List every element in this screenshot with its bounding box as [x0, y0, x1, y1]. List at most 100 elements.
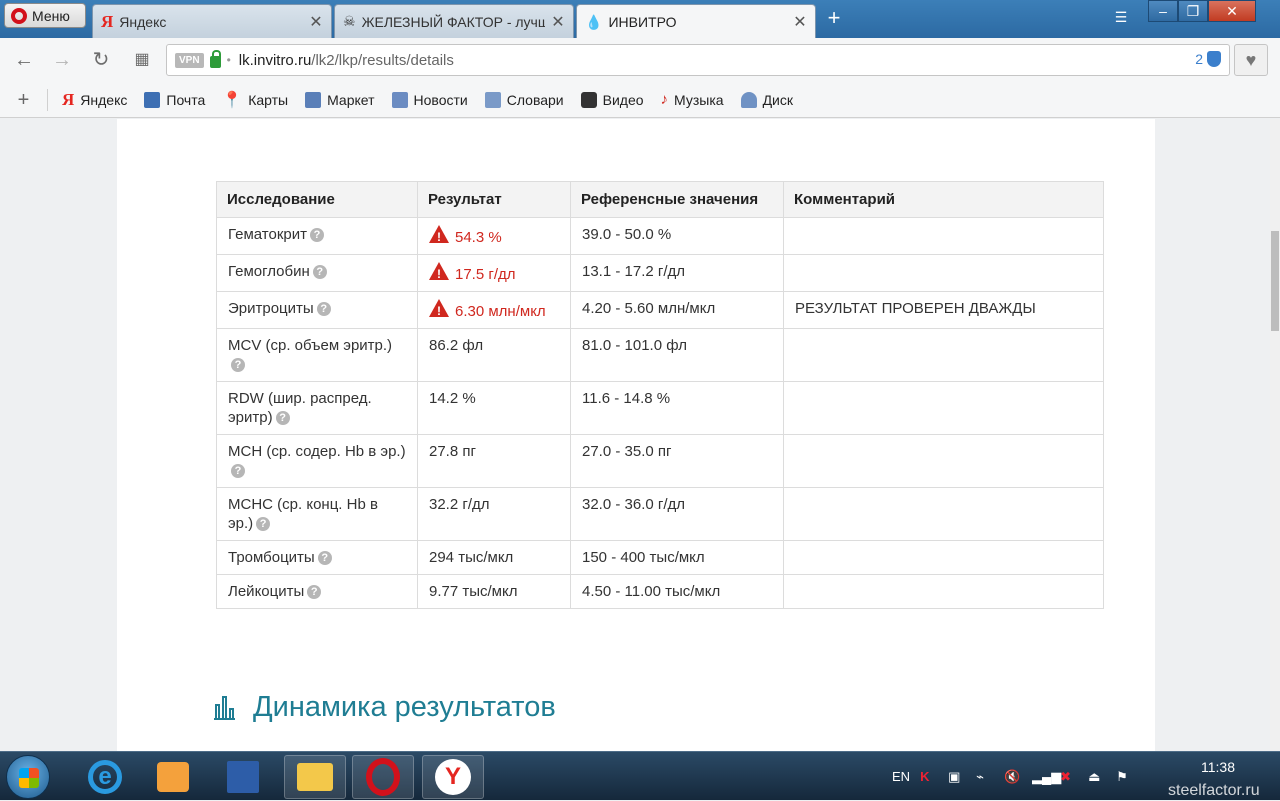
- table-row: MCV (ср. объем эритр.)? 86.2 фл 81.0 - 101…: [216, 328, 1104, 382]
- taskbar-opera[interactable]: [352, 755, 414, 799]
- test-name: MCHC (ср. конц. Hb в эр.): [228, 496, 378, 532]
- results-body: Гематокрит?54.3 %39.0 - 50.0 %Гемоглобин…: [216, 217, 1104, 609]
- help-icon[interactable]: ?: [316, 302, 331, 317]
- comment-value: [783, 381, 1104, 435]
- result-value: 27.8 пг: [429, 443, 476, 460]
- tab-invitro[interactable]: 💧 ИНВИТРО ✕: [576, 4, 816, 39]
- window-controls: – ❐ ✕: [1148, 0, 1256, 22]
- help-icon[interactable]: ?: [275, 411, 290, 426]
- test-name: RDW (шир. распред. эритр): [228, 390, 372, 426]
- help-icon[interactable]: ?: [307, 585, 322, 600]
- bookmark-market[interactable]: Маркет: [305, 91, 375, 108]
- opera-menu-button[interactable]: Меню: [4, 3, 86, 28]
- result-value: 32.2 г/дл: [429, 496, 490, 513]
- network-icon[interactable]: ⌁: [976, 769, 994, 785]
- tab-title: ИНВИТРО: [608, 14, 677, 30]
- close-icon[interactable]: ✕: [309, 12, 323, 32]
- skull-favicon-icon: ☠: [343, 13, 356, 29]
- taskbar-yandex-browser[interactable]: Y: [422, 755, 484, 799]
- reference-value: 39.0 - 50.0 %: [570, 217, 784, 255]
- tab-menu-icon[interactable]: ☰: [1112, 9, 1130, 25]
- bookmark-disk[interactable]: Диск: [740, 91, 793, 108]
- bookmark-dictionaries[interactable]: Словари: [484, 91, 564, 108]
- watermark: steelfactor.ru: [1168, 782, 1260, 799]
- back-icon[interactable]: ←: [12, 48, 36, 72]
- cell-test-name: RDW (шир. распред. эритр)?: [216, 381, 418, 435]
- reference-value: 13.1 - 17.2 г/дл: [570, 254, 784, 292]
- bookmark-mail[interactable]: Почта: [144, 91, 205, 108]
- reference-value: 11.6 - 14.8 %: [570, 381, 784, 435]
- taskbar-ie[interactable]: e: [74, 755, 136, 799]
- yandex-icon: Я: [62, 89, 75, 109]
- maximize-icon[interactable]: ❐: [1178, 0, 1208, 22]
- result-value: 6.30 млн/мкл: [455, 303, 546, 320]
- comment-value: [783, 540, 1104, 575]
- help-icon[interactable]: ?: [256, 517, 271, 532]
- cell-result: 86.2 фл: [417, 328, 571, 382]
- heart-icon[interactable]: ♥: [1234, 44, 1268, 76]
- new-tab-icon[interactable]: +: [822, 6, 846, 30]
- language-indicator[interactable]: EN: [892, 769, 910, 784]
- comment-value: [783, 574, 1104, 609]
- cell-result: 6.30 млн/мкл: [417, 291, 571, 329]
- address-bar[interactable]: VPN • lk.invitro.ru/lk2/lkp/results/deta…: [166, 44, 1230, 76]
- comment-value: РЕЗУЛЬТАТ ПРОВЕРЕН ДВАЖДЫ: [783, 291, 1104, 329]
- help-icon[interactable]: ?: [317, 551, 332, 566]
- alert-icon[interactable]: ✖: [1060, 769, 1078, 785]
- vpn-badge[interactable]: VPN: [175, 52, 204, 68]
- scrollbar-thumb[interactable]: [1271, 231, 1279, 331]
- reload-icon[interactable]: ↻: [89, 48, 113, 72]
- comment-value: [783, 487, 1104, 541]
- warning-icon: [429, 299, 449, 321]
- help-icon[interactable]: ?: [231, 464, 245, 479]
- vertical-scrollbar[interactable]: [1270, 119, 1280, 751]
- result-value: 294 тыс/мкл: [429, 549, 514, 566]
- clock[interactable]: 11:38: [1196, 759, 1240, 775]
- result-value: 14.2 %: [429, 390, 476, 407]
- close-icon[interactable]: ✕: [551, 12, 565, 32]
- result-value: 86.2 фл: [429, 337, 484, 354]
- speed-dial-icon[interactable]: ▦: [130, 48, 154, 72]
- window-close-icon[interactable]: ✕: [1208, 0, 1256, 22]
- bookmark-music[interactable]: ♪ Музыка: [661, 91, 724, 108]
- help-icon[interactable]: ?: [231, 358, 245, 373]
- bookmark-video[interactable]: Видео: [580, 91, 644, 108]
- url-host: lk.invitro.ru: [238, 51, 312, 69]
- minimize-icon[interactable]: –: [1148, 0, 1178, 22]
- cart-icon: [305, 91, 322, 108]
- tab-iron-factor[interactable]: ☠ ЖЕЛЕЗНЫЙ ФАКТОР - лучший ✕: [334, 4, 574, 38]
- warning-icon: [429, 225, 449, 247]
- help-icon[interactable]: ?: [309, 228, 324, 243]
- volume-muted-icon[interactable]: 🔇: [1004, 769, 1022, 785]
- play-icon: [580, 91, 597, 108]
- lock-icon[interactable]: [209, 50, 221, 68]
- forward-icon[interactable]: →: [50, 48, 74, 72]
- add-bookmark-icon[interactable]: +: [0, 88, 48, 111]
- page-viewport: Исследование Результат Референсные значе…: [0, 119, 1270, 751]
- close-icon[interactable]: ✕: [793, 12, 807, 32]
- reference-value: 27.0 - 35.0 пг: [570, 434, 784, 488]
- taskbar-explorer[interactable]: [284, 755, 346, 799]
- test-name: Гемоглобин: [228, 263, 310, 280]
- bookmark-yandex[interactable]: Я Яндекс: [62, 90, 127, 110]
- help-icon[interactable]: ?: [312, 265, 327, 280]
- taskbar-save-app[interactable]: [212, 755, 274, 799]
- result-value: 9.77 тыс/мкл: [429, 583, 518, 600]
- signal-icon[interactable]: ▂▄▆: [1032, 769, 1061, 785]
- usb-icon[interactable]: ⏏: [1088, 769, 1106, 785]
- tab-title: Яндекс: [119, 13, 167, 30]
- cell-test-name: Лейкоциты?: [216, 574, 418, 609]
- device-icon[interactable]: ▣: [948, 769, 966, 785]
- bookmark-maps[interactable]: 📍 Карты: [222, 90, 288, 110]
- flag-icon[interactable]: ⚑: [1116, 769, 1134, 785]
- start-button-icon[interactable]: [6, 755, 50, 799]
- bookmark-news[interactable]: Новости: [391, 91, 468, 108]
- taskbar-media-player[interactable]: [142, 755, 204, 799]
- tab-yandex[interactable]: Я Яндекс ✕: [92, 4, 332, 38]
- table-row: Тромбоциты? 294 тыс/мкл 150 - 400 тыс/мкл: [216, 540, 1104, 575]
- cell-test-name: Гемоглобин?: [216, 254, 418, 292]
- adblock-indicator[interactable]: 2: [1195, 51, 1221, 67]
- warning-icon: [429, 262, 449, 284]
- table-row: Лейкоциты? 9.77 тыс/мкл 4.50 - 11.00 тыс/м…: [216, 574, 1104, 609]
- antivirus-icon[interactable]: K: [920, 769, 938, 785]
